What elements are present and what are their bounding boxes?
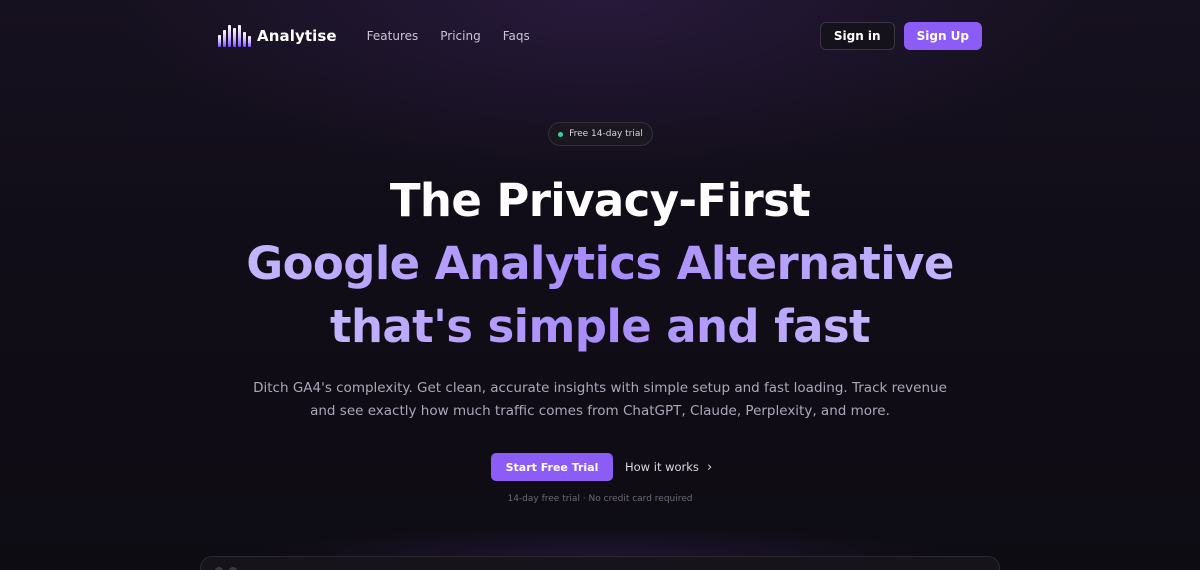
headline-line-3-text: that's simple and fast: [330, 300, 871, 353]
sign-in-button[interactable]: Sign in: [819, 22, 895, 50]
hero-headline: The Privacy-First Google Analytics Alter…: [0, 170, 1200, 358]
brand-name: Analytise: [257, 27, 337, 45]
headline-line-2: Google Analytics Alternative: [0, 232, 1200, 295]
nav-links: Features Pricing Faqs: [367, 29, 530, 43]
status-dot-icon: [558, 131, 564, 137]
headline-line-3: that's simple and fast: [0, 295, 1200, 358]
nav-link-features[interactable]: Features: [367, 29, 419, 43]
start-free-trial-button[interactable]: Start Free Trial: [491, 453, 613, 481]
hero-subtitle: Ditch GA4's complexity. Get clean, accur…: [253, 380, 947, 419]
bar-chart-logo-icon: [218, 25, 251, 47]
dashboard-preview-frame: [200, 556, 1000, 570]
chevron-right-icon: ›: [706, 459, 713, 475]
nav-link-faqs[interactable]: Faqs: [503, 29, 530, 43]
how-it-works-label: How it works: [625, 460, 699, 474]
landing-page: Analytise Features Pricing Faqs Sign in …: [0, 0, 1200, 570]
auth-buttons: Sign in Sign Up: [819, 22, 982, 50]
trial-note: 14-day free trial · No credit card requi…: [507, 494, 693, 504]
nav-link-pricing[interactable]: Pricing: [440, 29, 480, 43]
sign-up-button[interactable]: Sign Up: [903, 22, 982, 50]
headline-line-2-text: Google Analytics Alternative: [246, 237, 954, 290]
hero-cta-group: Start Free Trial How it works ›: [491, 453, 712, 481]
brand-logo[interactable]: Analytise: [218, 25, 337, 47]
top-navbar: Analytise Features Pricing Faqs Sign in …: [218, 22, 982, 50]
headline-line-1: The Privacy-First: [389, 174, 811, 227]
trial-badge: Free 14-day trial: [548, 122, 653, 146]
how-it-works-link[interactable]: How it works ›: [625, 460, 712, 475]
trial-badge-label: Free 14-day trial: [569, 129, 643, 139]
